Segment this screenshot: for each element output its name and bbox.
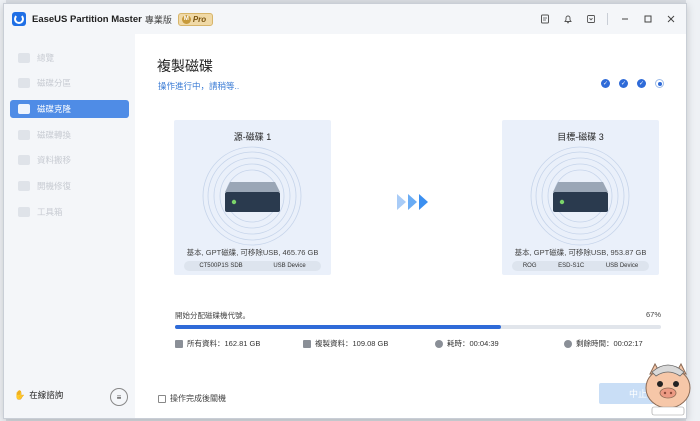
target-disk-title: 目標-磁碟 3: [557, 132, 604, 142]
total-data-icon: [175, 339, 183, 348]
sidebar-item-label: 磁碟分區: [37, 78, 72, 88]
target-disk-drive-icon: [530, 146, 630, 246]
disk-clone-icon: [18, 104, 30, 114]
step-done-check-icon: ✓: [637, 79, 646, 88]
progress-bar: [175, 325, 661, 329]
sidebar-item-label: 開機修復: [37, 181, 72, 191]
clone-stats: 所有資料：162.81 GB 複製資料：109.08 GB 耗時：00:04:3…: [175, 338, 661, 350]
sidebar-item-boot-repair[interactable]: 開機修復: [10, 177, 129, 195]
sidebar: 總覽 磁碟分區 磁碟克隆 磁碟轉換 資料搬移 開機修復 工具箱 ✋ 在線諮詢 ≡: [4, 34, 135, 418]
app-title: EaseUS Partition Master: [32, 13, 142, 25]
disk-convert-icon: [18, 130, 30, 140]
online-help-label: 在線諮詢: [29, 390, 64, 400]
source-disk-tag: CT500P1S SDB: [199, 263, 243, 269]
clock-icon: [435, 339, 443, 348]
source-disk-drive-icon: [202, 146, 302, 246]
pro-badge-label: Pro: [192, 14, 207, 24]
source-disk-tags: CT500P1S SDB USB Device: [184, 261, 321, 271]
chat-icon[interactable]: ≡: [110, 388, 128, 406]
timer-icon: [564, 339, 572, 348]
sidebar-item-label: 總覽: [37, 53, 55, 63]
sidebar-item-label: 工具箱: [37, 207, 63, 217]
sidebar-item-disk-clone[interactable]: 磁碟克隆: [10, 100, 129, 118]
stat-remaining-text: 剩餘時間：00:02:17: [576, 339, 643, 348]
title-bar: EaseUS Partition Master 專業版 M Pro: [4, 4, 686, 34]
feedback-icon[interactable]: [534, 9, 556, 29]
sidebar-item-overview[interactable]: 總覽: [10, 49, 129, 67]
clone-direction-arrows-icon: [397, 194, 430, 210]
target-disk-tag: USB Device: [605, 263, 639, 269]
app-logo-icon: [12, 12, 26, 26]
online-help-link[interactable]: ✋ 在線諮詢: [14, 389, 63, 401]
stat-total-text: 所有資料：162.81 GB: [187, 339, 261, 348]
target-disk-tag: ROG: [522, 263, 537, 269]
sidebar-item-label: 磁碟克隆: [37, 104, 72, 114]
crown-icon: M: [181, 14, 191, 24]
sidebar-item-label: 資料搬移: [37, 155, 72, 165]
source-disk-tag: USB Device: [273, 263, 306, 269]
progress-label: 開始分配磁碟機代號。: [175, 311, 250, 320]
stat-elapsed-text: 耗時：00:04:39: [447, 339, 499, 348]
menu-dropdown-icon[interactable]: [580, 9, 602, 29]
overview-icon: [18, 53, 30, 63]
page-title: 複製磁碟: [157, 58, 213, 74]
partition-icon: [18, 78, 30, 88]
stat-remaining-time: 剩餘時間：00:02:17: [564, 338, 643, 349]
app-edition: 專業版: [144, 14, 172, 25]
background-app-right: [686, 0, 700, 421]
target-disk-card: 目標-磁碟 3 基本, GPT磁碟, 可移除USB, 953.87 GB ROG…: [502, 120, 659, 275]
step-current-dot-icon: [655, 79, 664, 88]
minimize-icon[interactable]: [614, 9, 636, 29]
step-indicator: ✓ ✓ ✓: [601, 79, 673, 88]
title-bar-separator: [607, 13, 608, 25]
stat-copied-text: 複製資料：109.08 GB: [315, 339, 389, 348]
close-icon[interactable]: [660, 9, 682, 29]
target-disk-tag: ESD-S1C: [558, 263, 585, 269]
stat-elapsed-time: 耗時：00:04:39: [435, 338, 499, 349]
help-hand-icon: ✋: [14, 389, 26, 400]
target-disk-info: 基本, GPT磁碟, 可移除USB, 953.87 GB: [514, 248, 647, 257]
maximize-icon[interactable]: [637, 9, 659, 29]
source-disk-card: 源-磁碟 1 基本, GPT磁碟, 可移除USB, 465.76 GB CT50…: [174, 120, 331, 275]
progress-percent: 67%: [645, 310, 661, 319]
sidebar-item-disk-convert[interactable]: 磁碟轉換: [10, 126, 129, 144]
operation-status: 操作進行中，請稍等..: [158, 81, 240, 91]
pro-badge[interactable]: M Pro: [177, 12, 214, 26]
stat-copied-data: 複製資料：109.08 GB: [303, 338, 388, 349]
shutdown-after-checkbox[interactable]: 操作完成後關機: [158, 393, 226, 404]
step-done-check-icon: ✓: [619, 79, 628, 88]
shutdown-label: 操作完成後關機: [170, 394, 226, 403]
sidebar-item-toolbox[interactable]: 工具箱: [10, 203, 129, 221]
title-bar-controls: [533, 4, 682, 34]
progress-bar-fill: [175, 325, 501, 329]
toolbox-icon: [18, 207, 30, 217]
arrow-right-icon: [397, 194, 406, 210]
sidebar-item-label: 磁碟轉換: [37, 130, 72, 140]
arrow-right-icon: [408, 194, 417, 210]
source-disk-info: 基本, GPT磁碟, 可移除USB, 465.76 GB: [186, 248, 319, 257]
pig-mascot-watermark-icon: [645, 362, 691, 416]
sidebar-item-partition[interactable]: 磁碟分區: [10, 74, 129, 92]
arrow-right-icon: [419, 194, 428, 210]
data-migration-icon: [18, 155, 30, 165]
checkbox-box[interactable]: [158, 394, 166, 403]
boot-repair-icon: [18, 181, 30, 191]
copied-data-icon: [303, 339, 311, 348]
source-disk-title: 源-磁碟 1: [233, 132, 272, 142]
main-content: 複製磁碟 操作進行中，請稍等.. ✓ ✓ ✓ 源-磁碟 1 基本, GPT磁碟,…: [135, 34, 686, 418]
stat-total-data: 所有資料：162.81 GB: [175, 338, 260, 349]
notification-bell-icon[interactable]: [557, 9, 579, 29]
target-disk-tags: ROG ESD-S1C USB Device: [512, 261, 649, 271]
sidebar-item-data-migration[interactable]: 資料搬移: [10, 151, 129, 169]
app-window: EaseUS Partition Master 專業版 M Pro 總覽 磁碟分…: [3, 3, 687, 419]
step-done-check-icon: ✓: [601, 79, 610, 88]
